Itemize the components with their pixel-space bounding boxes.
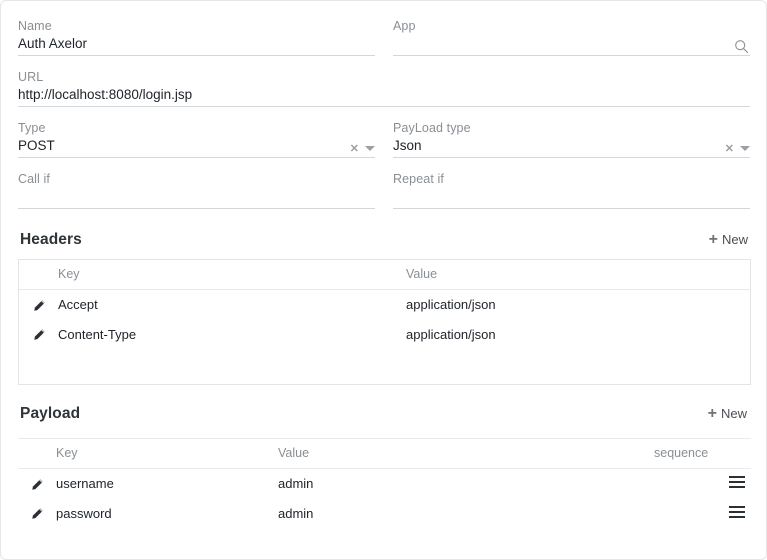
payload-new-button[interactable]: + New	[707, 404, 747, 422]
table-row[interactable]: Content-Type application/json	[19, 320, 750, 350]
payload-row-edit-cell	[18, 469, 56, 499]
headers-row-key: Accept	[58, 297, 98, 313]
reorder-handle-icon[interactable]	[729, 505, 745, 518]
field-app-inputrow[interactable]	[393, 34, 750, 56]
payload-table-header-row: Key Value sequence	[18, 439, 751, 469]
field-url-label: URL	[18, 70, 44, 84]
field-name-label: Name	[18, 19, 52, 33]
field-call-if: Call if	[18, 172, 375, 218]
field-type-input[interactable]: POST	[18, 137, 55, 157]
headers-row-value: application/json	[406, 326, 496, 342]
field-type: Type POST ✕	[18, 121, 375, 167]
plus-icon: +	[708, 230, 718, 248]
chevron-down-icon[interactable]	[740, 146, 750, 151]
field-url-inputrow[interactable]: http://localhost:8080/login.jsp	[18, 85, 750, 107]
webservice-form-page: Name Auth Axelor App URL http://localhos…	[0, 0, 767, 560]
headers-section-title: Headers	[20, 231, 82, 248]
headers-new-button[interactable]: + New	[708, 230, 748, 248]
field-call-if-inputrow[interactable]	[18, 187, 375, 209]
headers-row-edit-cell	[19, 320, 58, 350]
field-app-label: App	[393, 19, 416, 33]
payload-row-sequence-cell	[654, 499, 751, 529]
payload-col-edit	[18, 439, 56, 469]
edit-pencil-icon[interactable]	[30, 478, 44, 492]
field-type-label: Type	[18, 121, 46, 135]
field-name: Name Auth Axelor	[18, 19, 375, 65]
field-type-inputrow[interactable]: POST ✕	[18, 136, 375, 158]
edit-pencil-icon[interactable]	[32, 299, 46, 313]
field-payload-type-input[interactable]: Json	[393, 137, 422, 157]
plus-icon: +	[707, 404, 717, 422]
field-name-inputrow[interactable]: Auth Axelor	[18, 34, 375, 56]
field-repeat-if-label: Repeat if	[393, 172, 444, 186]
payload-col-sequence: sequence	[654, 439, 751, 469]
headers-row-edit-cell	[19, 290, 58, 320]
table-row[interactable]: Accept application/json	[19, 290, 750, 320]
field-payload-type-adornments: ✕	[725, 144, 750, 155]
field-app: App	[393, 19, 750, 65]
edit-pencil-icon[interactable]	[32, 328, 46, 342]
payload-row-value: admin	[278, 476, 314, 492]
headers-row-key: Content-Type	[58, 326, 137, 342]
clear-icon[interactable]: ✕	[725, 144, 734, 155]
field-url: URL http://localhost:8080/login.jsp	[18, 70, 750, 116]
field-name-input[interactable]: Auth Axelor	[18, 35, 87, 55]
payload-col-value: Value	[278, 439, 654, 469]
field-url-input[interactable]: http://localhost:8080/login.jsp	[18, 86, 192, 106]
payload-row-edit-cell	[18, 499, 56, 529]
headers-row-value: application/json	[406, 297, 496, 313]
edit-pencil-icon[interactable]	[30, 507, 44, 521]
table-row[interactable]: username admin	[18, 469, 751, 499]
field-type-adornments: ✕	[350, 144, 375, 155]
payload-section-title: Payload	[20, 405, 81, 422]
reorder-handle-icon[interactable]	[729, 476, 745, 489]
payload-col-key: Key	[56, 439, 278, 469]
payload-row-value: admin	[278, 505, 314, 521]
headers-col-value: Value	[406, 260, 750, 290]
field-payload-type-label: PayLoad type	[393, 121, 471, 135]
payload-row-key: username	[56, 476, 114, 492]
field-call-if-label: Call if	[18, 172, 50, 186]
headers-table-header-row: Key Value	[19, 260, 750, 290]
field-repeat-if: Repeat if	[393, 172, 750, 218]
payload-row-key: password	[56, 505, 112, 521]
chevron-down-icon[interactable]	[365, 146, 375, 151]
payload-new-button-label: New	[720, 406, 747, 421]
table-row[interactable]: password admin	[18, 499, 751, 529]
payload-table: Key Value sequence username admin passwo…	[18, 438, 751, 528]
field-repeat-if-inputrow[interactable]	[393, 187, 750, 209]
payload-row-sequence-cell	[654, 469, 751, 499]
headers-col-edit	[19, 260, 58, 290]
search-icon[interactable]	[734, 39, 749, 54]
headers-col-key: Key	[58, 260, 406, 290]
clear-icon[interactable]: ✕	[350, 144, 359, 155]
field-payload-type: PayLoad type Json ✕	[393, 121, 750, 167]
headers-new-button-label: New	[721, 232, 748, 247]
field-payload-type-inputrow[interactable]: Json ✕	[393, 136, 750, 158]
headers-table: Key Value Accept application/json Conten…	[18, 259, 751, 385]
